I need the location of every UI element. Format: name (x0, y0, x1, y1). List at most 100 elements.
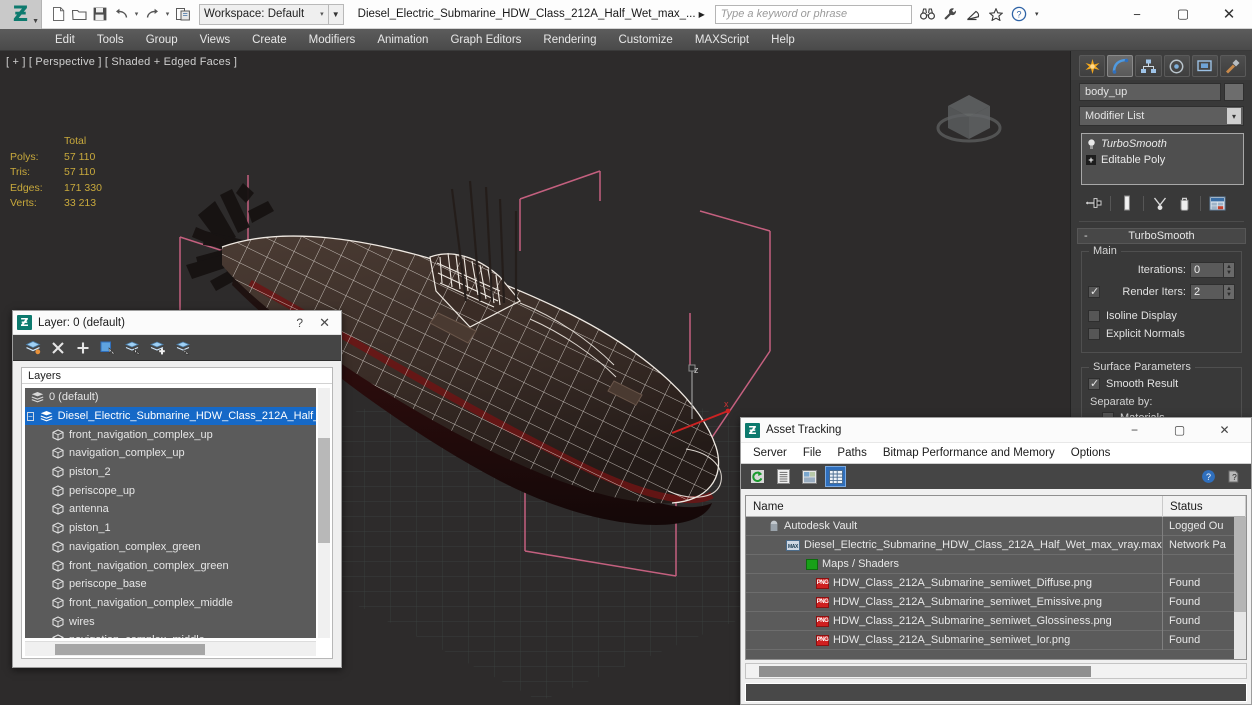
layer-node-row[interactable]: piston_1 (25, 519, 316, 538)
layer-dialog-close-button[interactable]: ✕ (312, 315, 337, 331)
iterations-spin-buttons[interactable]: ▲▼ (1224, 262, 1235, 278)
file-title-expand-icon[interactable]: ▶ (699, 10, 705, 19)
layer-node-row[interactable]: antenna (25, 500, 316, 519)
make-unique-icon[interactable] (1149, 193, 1171, 213)
render-iters-checkbox[interactable] (1088, 286, 1100, 298)
asset-menu-server[interactable]: Server (745, 443, 795, 464)
explicit-normals-checkbox[interactable] (1088, 328, 1100, 340)
asset-row-ior-png[interactable]: PNG HDW_Class_212A_Submarine_semiwet_Ior… (746, 631, 1246, 650)
project-folder-icon[interactable] (173, 4, 193, 25)
asset-menu-options[interactable]: Options (1063, 443, 1119, 464)
configure-sets-icon[interactable] (1206, 193, 1228, 213)
render-iters-spin-buttons[interactable]: ▲▼ (1224, 284, 1235, 300)
render-iters-value[interactable]: 2 (1190, 284, 1224, 300)
asset-maximize-button[interactable]: ▢ (1157, 418, 1202, 443)
hierarchy-tab[interactable] (1135, 55, 1161, 77)
asset-row-maps-shaders[interactable]: Maps / Shaders (746, 555, 1246, 574)
scrollbar-thumb[interactable] (1234, 517, 1246, 612)
trash-icon[interactable] (1173, 193, 1195, 213)
layer-node-row[interactable]: front_navigation_complex_green (25, 556, 316, 575)
layer-node-row[interactable]: navigation_complex_middle (25, 631, 316, 638)
show-end-result-icon[interactable] (1116, 193, 1138, 213)
layers-column-header[interactable]: Layers (22, 368, 332, 384)
undo-dropdown-icon[interactable]: ▾ (132, 4, 141, 25)
logo-dropdown-arrow-icon[interactable]: ▼ (32, 18, 39, 25)
menu-item-graph-editors[interactable]: Graph Editors (439, 29, 532, 51)
modifier-stack[interactable]: TurboSmooth + Editable Poly (1081, 133, 1244, 185)
object-name-field[interactable]: body_up (1079, 83, 1221, 101)
layer-row-submarine[interactable]: − Diesel_Electric_Submarine_HDW_Class_21… (25, 407, 316, 426)
menu-item-create[interactable]: Create (241, 29, 298, 51)
menu-item-animation[interactable]: Animation (366, 29, 439, 51)
redo-arrow-icon[interactable] (142, 4, 162, 25)
modifier-stack-item-editable-poly[interactable]: + Editable Poly (1082, 152, 1243, 168)
layer-node-row[interactable]: wires (25, 612, 316, 631)
object-color-swatch[interactable] (1224, 83, 1244, 101)
workspace-selector[interactable]: Workspace: Default ▾ (199, 4, 329, 25)
asset-row-emissive-png[interactable]: PNG HDW_Class_212A_Submarine_semiwet_Emi… (746, 593, 1246, 612)
maximize-button[interactable]: ▢ (1160, 0, 1206, 29)
column-header-status[interactable]: Status (1163, 496, 1246, 517)
menu-item-group[interactable]: Group (135, 29, 189, 51)
layer-node-row[interactable]: navigation_complex_up (25, 444, 316, 463)
modify-tab[interactable] (1107, 55, 1133, 77)
new-layer-icon[interactable] (25, 340, 41, 356)
menu-item-customize[interactable]: Customize (607, 29, 683, 51)
asset-tracking-dialog[interactable]: Ƶ Asset Tracking − ▢ ✕ Server File Paths… (740, 417, 1252, 705)
lightbulb-icon[interactable] (1086, 139, 1096, 150)
binoculars-icon[interactable] (918, 4, 937, 24)
scrollbar-thumb[interactable] (318, 438, 330, 543)
asset-table-horizontal-scrollbar[interactable] (745, 663, 1247, 679)
layer-dialog[interactable]: Ƶ Layer: 0 (default) ? ✕ Layers (12, 310, 342, 668)
explicit-normals-row[interactable]: Explicit Normals (1088, 328, 1235, 340)
layer-row-default[interactable]: 0 (default) (25, 388, 316, 407)
menu-item-tools[interactable]: Tools (86, 29, 135, 51)
open-folder-icon[interactable] (69, 4, 89, 25)
layer-node-row[interactable]: front_navigation_complex_up (25, 425, 316, 444)
expander-collapse-icon[interactable]: − (27, 412, 34, 421)
rollout-collapse-icon[interactable]: - (1084, 230, 1088, 242)
asset-row-diffuse-png[interactable]: PNG HDW_Class_212A_Submarine_semiwet_Dif… (746, 574, 1246, 593)
asset-row-vault[interactable]: Autodesk Vault Logged Ou (746, 517, 1246, 536)
help-dropdown-icon[interactable]: ▾ (1033, 4, 1041, 24)
context-help-icon[interactable]: ? (1225, 467, 1244, 486)
undo-arrow-icon[interactable] (111, 4, 131, 25)
list-lines-icon[interactable] (774, 467, 793, 486)
utilities-tab[interactable] (1220, 55, 1246, 77)
menu-item-edit[interactable]: Edit (44, 29, 86, 51)
viewcube-icon[interactable] (926, 83, 1012, 153)
grid-table-icon[interactable] (826, 467, 845, 486)
asset-table[interactable]: Name Status Autodesk Vault Logged Ou MAX… (745, 495, 1247, 660)
isoline-display-checkbox[interactable] (1088, 310, 1100, 322)
wrench-icon[interactable] (941, 4, 960, 24)
delete-x-icon[interactable] (50, 340, 66, 356)
select-layer-icon[interactable] (100, 340, 116, 356)
layer-node-row[interactable]: periscope_base (25, 575, 316, 594)
set-current-layer-icon[interactable] (175, 340, 191, 356)
new-file-icon[interactable] (48, 4, 68, 25)
menu-item-maxscript[interactable]: MAXScript (684, 29, 760, 51)
help-question-icon[interactable]: ? (1010, 4, 1029, 24)
star-icon[interactable] (987, 4, 1006, 24)
scrollbar-thumb[interactable] (759, 666, 1091, 677)
asset-menu-file[interactable]: File (795, 443, 830, 464)
smooth-result-row[interactable]: Smooth Result (1088, 378, 1235, 390)
search-input[interactable]: Type a keyword or phrase (715, 5, 912, 24)
smooth-result-checkbox[interactable] (1088, 378, 1100, 390)
viewport-label[interactable]: [ + ] [ Perspective ] [ Shaded + Edged F… (6, 56, 237, 68)
asset-row-glossiness-png[interactable]: PNG HDW_Class_212A_Submarine_semiwet_Glo… (746, 612, 1246, 631)
column-header-name[interactable]: Name (746, 496, 1163, 517)
menu-item-rendering[interactable]: Rendering (532, 29, 607, 51)
isoline-display-row[interactable]: Isoline Display (1088, 310, 1235, 322)
asset-close-button[interactable]: ✕ (1202, 418, 1247, 443)
menu-item-help[interactable]: Help (760, 29, 806, 51)
layer-dialog-help-button[interactable]: ? (287, 316, 312, 330)
help-question-icon[interactable]: ? (1199, 467, 1218, 486)
workspace-dropdown-button[interactable]: ▼ (329, 4, 344, 25)
asset-table-vertical-scrollbar[interactable] (1234, 517, 1246, 659)
highlight-layer-icon[interactable] (125, 340, 141, 356)
iterations-stepper[interactable]: 0 ▲▼ (1190, 262, 1235, 278)
close-button[interactable]: ✕ (1206, 0, 1252, 29)
asset-menu-paths[interactable]: Paths (829, 443, 874, 464)
plus-icon[interactable] (75, 340, 91, 356)
